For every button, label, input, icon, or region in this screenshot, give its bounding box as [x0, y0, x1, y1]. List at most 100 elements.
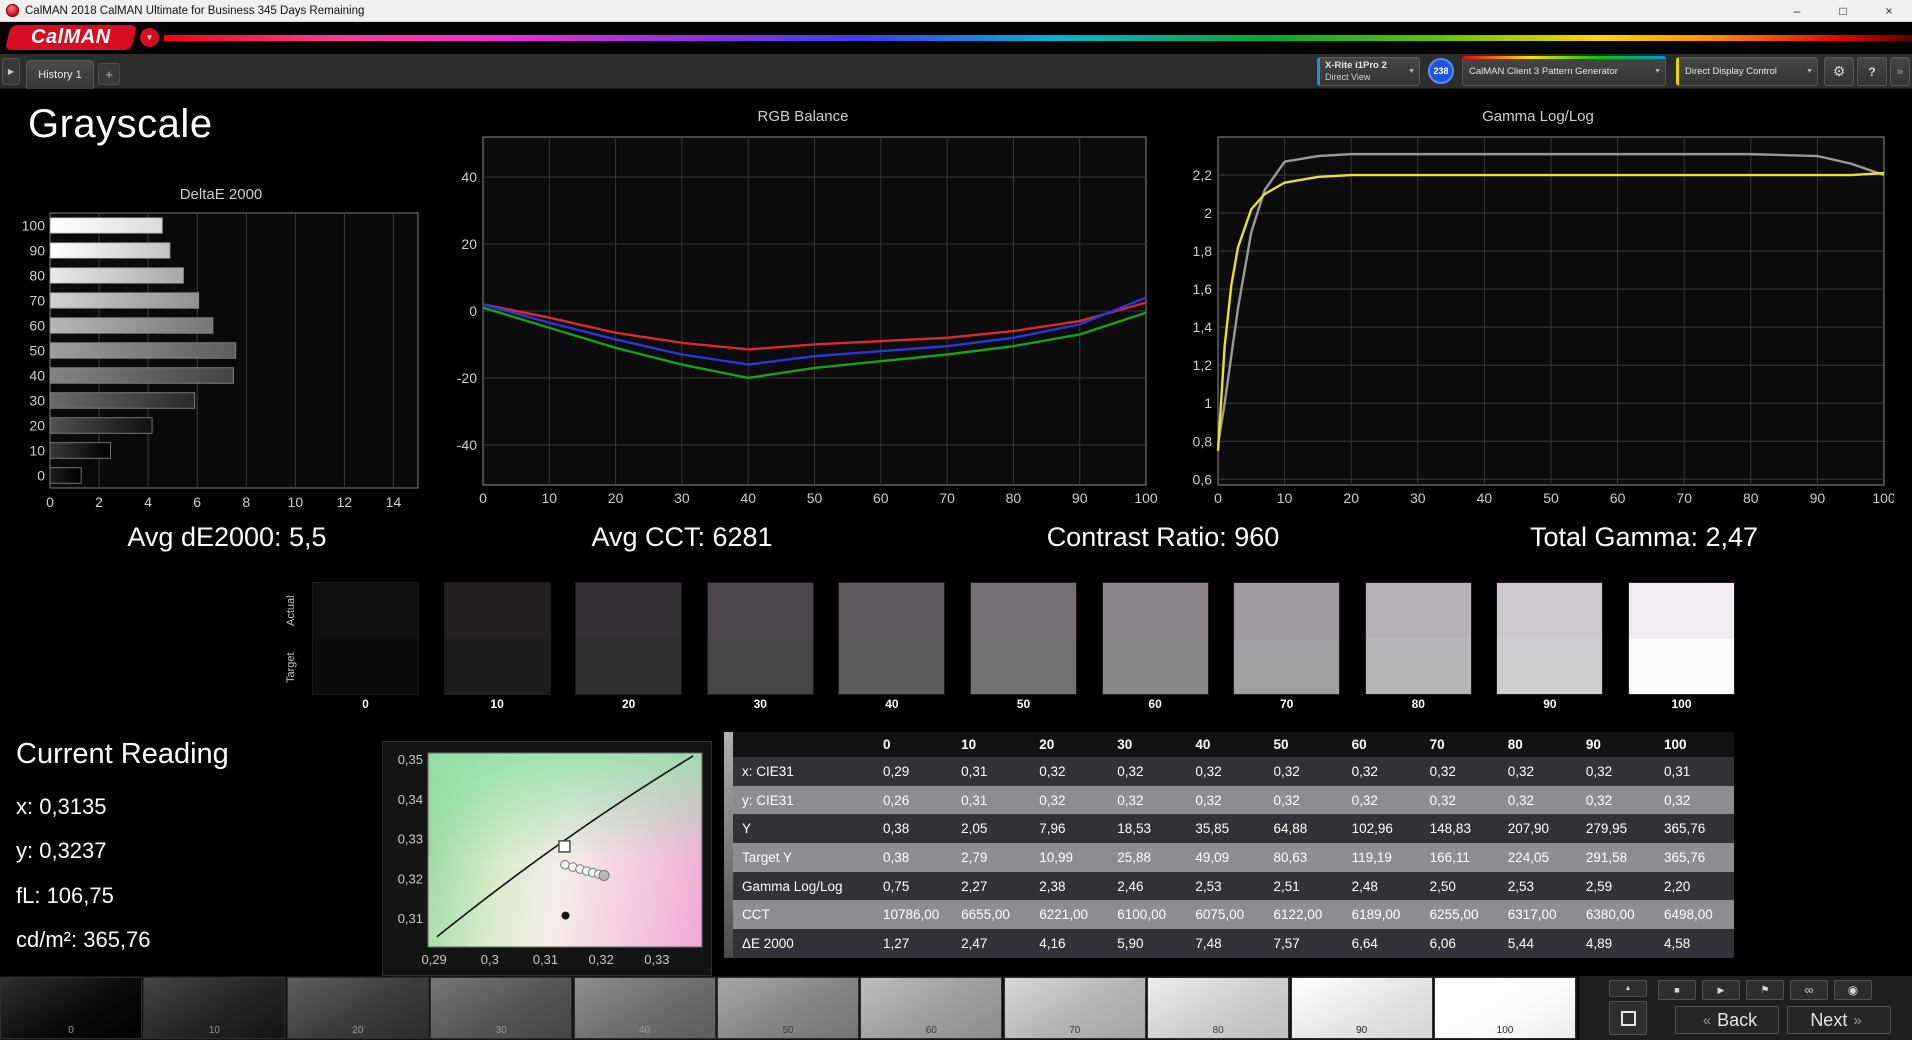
stop-button[interactable]: ■ — [1658, 980, 1696, 1000]
display-control-dropdown[interactable]: Direct Display Control ▼ — [1676, 57, 1818, 86]
table-cell: 6655,00 — [961, 907, 1010, 923]
table-cell: 80,63 — [1273, 849, 1308, 865]
svg-text:1,2: 1,2 — [1193, 357, 1213, 373]
calman-logo[interactable]: CalMAN — [4, 25, 138, 50]
maximize-button[interactable]: □ — [1820, 0, 1866, 21]
table-cell: 2,46 — [1117, 878, 1144, 894]
table-cell: 0,32 — [1039, 792, 1066, 808]
next-button[interactable]: Next » — [1787, 1006, 1891, 1034]
aperture-button[interactable]: ◉ — [1834, 980, 1872, 1000]
target-swatch-80 — [1365, 638, 1471, 694]
table-grip[interactable] — [724, 732, 733, 958]
table-row: Gamma Log/Log 0,75 2,27 2,38 2,46 2,53 2,51 2,4… — [733, 871, 1734, 901]
pattern-swatch-0[interactable]: 0 — [0, 977, 142, 1039]
help-button[interactable]: ? — [1857, 57, 1887, 86]
collapse-pattern-bar-button[interactable]: ▲ — [1609, 980, 1647, 997]
table-header-cell: 0 — [883, 737, 891, 752]
pattern-swatch-50[interactable]: 50 — [717, 977, 859, 1039]
chevrons-left-icon: « — [1702, 1011, 1712, 1029]
pattern-swatch-10[interactable]: 10 — [143, 977, 286, 1039]
table-cell: 0,32 — [1507, 763, 1535, 779]
grayscale-swatch-0 — [312, 582, 419, 695]
table-header-cell — [733, 732, 874, 757]
pattern-bar: 0 10 20 30 40 50 60 70 80 90 100 ▲ ■ ▶ ⚑ ∞ ◉ « Bac… — [0, 976, 1912, 1040]
table-cell: 0,32 — [1429, 792, 1456, 808]
table-cell: 291,58 — [1585, 849, 1628, 865]
pattern-swatch-70[interactable]: 70 — [1003, 977, 1146, 1039]
svg-text:80: 80 — [1006, 490, 1022, 506]
table-cell: 6,64 — [1351, 935, 1378, 951]
chevron-down-icon: ▼ — [1654, 68, 1661, 75]
table-cell: 6122,00 — [1273, 907, 1323, 923]
swatch-level-label: 60 — [1148, 697, 1162, 711]
target-swatch-60 — [1102, 638, 1208, 694]
pattern-window-button[interactable] — [1609, 1001, 1647, 1035]
add-tab-button[interactable]: + — [98, 63, 120, 85]
close-button[interactable]: × — [1866, 0, 1912, 21]
table-cell: 10,99 — [1039, 849, 1073, 865]
pattern-swatch-20[interactable]: 20 — [286, 977, 429, 1039]
pattern-swatch-40[interactable]: 40 — [573, 977, 716, 1039]
history-panel-toggle[interactable]: ▶ — [2, 58, 20, 85]
pattern-swatch-100[interactable]: 100 — [1434, 977, 1576, 1039]
pattern-swatch-80[interactable]: 80 — [1147, 977, 1290, 1039]
table-cell: 365,76 — [1663, 821, 1706, 837]
advance-button[interactable]: » — [1890, 57, 1910, 86]
table-row-label: x: CIE31 — [742, 763, 794, 779]
svg-text:4: 4 — [144, 494, 152, 510]
actual-swatch-60 — [1102, 583, 1208, 639]
table-header-cell: 70 — [1429, 737, 1445, 752]
table-row: Y 0,38 2,05 7,96 18,53 35,85 64,88 102,96 148,83… — [733, 814, 1734, 844]
svg-text:100: 100 — [22, 218, 46, 234]
swatch-level-label: 90 — [1543, 697, 1557, 711]
calman-logo-text: CalMAN — [31, 26, 111, 48]
table-cell: 0,38 — [883, 821, 910, 837]
table-cell: 365,76 — [1663, 849, 1706, 865]
table-cell: 2,27 — [961, 878, 988, 894]
table-cell: 6221,00 — [1039, 907, 1088, 923]
table-row: CCT 10786,00 6655,00 6221,00 6100,00 6075,00 6… — [733, 900, 1734, 930]
grayscale-swatch-10 — [443, 582, 551, 695]
actual-swatch-70 — [1234, 583, 1340, 639]
svg-text:10: 10 — [1277, 490, 1293, 506]
svg-text:100: 100 — [1872, 490, 1894, 506]
settings-button[interactable]: ⚙ — [1824, 57, 1854, 86]
table-cell: 6380,00 — [1585, 907, 1635, 923]
tab-history-1[interactable]: History 1 — [26, 60, 94, 89]
grayscale-swatch-70 — [1233, 582, 1341, 695]
play-button[interactable]: ▶ — [1702, 980, 1740, 1000]
measurement-table: 0 10 20 30 40 50 60 70 80 90 100 x: CIE31 0,29 0,31 0,… — [724, 732, 1734, 958]
table-cell: 102,96 — [1351, 821, 1393, 837]
tab-bar: ▶ History 1 + X-Rite i1Pro 2 Direct View… — [0, 54, 1912, 89]
logo-dropdown-icon[interactable]: ▼ — [140, 28, 159, 47]
svg-text:-20: -20 — [457, 370, 477, 386]
svg-text:60: 60 — [29, 318, 45, 334]
table-cell: 2,53 — [1195, 878, 1222, 894]
pattern-swatch-30[interactable]: 30 — [430, 977, 573, 1039]
svg-text:0: 0 — [1214, 490, 1222, 506]
minimize-button[interactable]: – — [1774, 0, 1820, 21]
pattern-source-dropdown[interactable]: CalMAN Client 3 Pattern Generator ▼ — [1462, 56, 1666, 86]
meter-dropdown[interactable]: X-Rite i1Pro 2 Direct View ▼ — [1317, 57, 1420, 86]
table-cell: 5,90 — [1117, 935, 1144, 951]
svg-text:0,29: 0,29 — [421, 952, 446, 967]
pattern-swatch-60[interactable]: 60 — [860, 977, 1003, 1039]
pattern-swatch-label: 60 — [925, 1025, 937, 1036]
swatch-level-label: 80 — [1411, 697, 1425, 711]
svg-text:2,2: 2,2 — [1193, 167, 1213, 183]
table-cell: 6075,00 — [1195, 907, 1245, 923]
flag-button[interactable]: ⚑ — [1746, 980, 1784, 1000]
meter-count-badge[interactable]: 238 — [1428, 58, 1454, 84]
table-cell: 49,09 — [1195, 849, 1230, 865]
loop-button[interactable]: ∞ — [1790, 980, 1828, 1000]
actual-swatch-30 — [707, 583, 813, 639]
table-row-label: ΔE 2000 — [742, 935, 794, 951]
table-cell: 0,32 — [1507, 792, 1535, 808]
actual-swatch-90 — [1497, 583, 1603, 639]
svg-text:0,35: 0,35 — [398, 752, 423, 767]
back-button[interactable]: « Back — [1675, 1006, 1779, 1034]
table-cell: 0,26 — [883, 792, 910, 808]
table-cell: 5,44 — [1507, 935, 1535, 951]
svg-text:30: 30 — [674, 490, 690, 506]
pattern-swatch-90[interactable]: 90 — [1290, 977, 1433, 1039]
